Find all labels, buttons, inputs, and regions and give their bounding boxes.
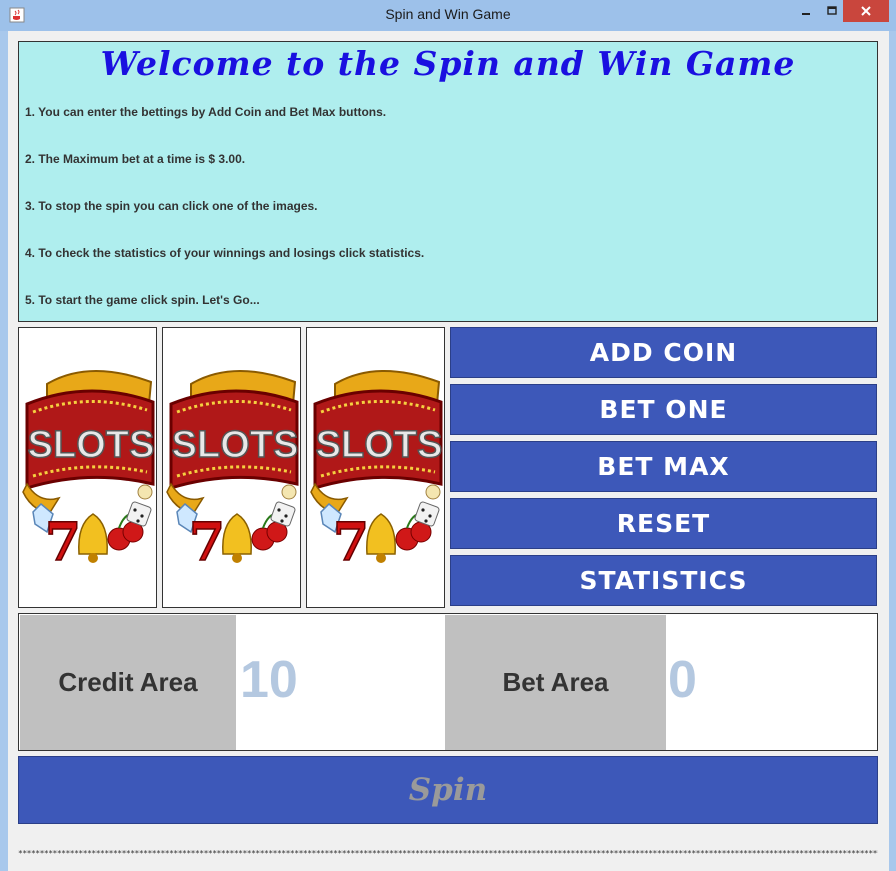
window-title: Spin and Win Game xyxy=(385,6,511,22)
maximize-icon xyxy=(827,6,837,15)
svg-text:SLOTS: SLOTS xyxy=(172,424,299,466)
credit-value: 10 xyxy=(240,651,298,709)
credit-area-label: Credit Area xyxy=(58,667,198,697)
svg-text:SLOTS: SLOTS xyxy=(28,424,155,466)
bet-area-label: Bet Area xyxy=(502,667,609,697)
slots-reel-icon: SLOTS 7 xyxy=(166,370,299,574)
bet-value: 0 xyxy=(668,651,697,709)
close-icon xyxy=(861,6,871,16)
reset-button[interactable]: RESET xyxy=(450,498,877,549)
svg-text:SLOTS: SLOTS xyxy=(316,424,443,466)
slots-reel-icon: SLOTS 7 xyxy=(310,370,443,574)
minimize-button[interactable] xyxy=(792,0,820,22)
reel-3[interactable]: SLOTS 7 xyxy=(306,327,445,608)
bet-one-button[interactable]: BET ONE xyxy=(450,384,877,435)
instruction-2: 2. The Maximum bet at a time is $ 3.00. xyxy=(25,152,246,166)
statistics-button[interactable]: STATISTICS xyxy=(450,555,877,606)
slots-reel-icon: SLOTS 7 xyxy=(22,370,155,574)
title-bar: Spin and Win Game xyxy=(0,0,896,31)
add-coin-button[interactable]: ADD COIN xyxy=(450,327,877,378)
maximize-button[interactable] xyxy=(818,0,846,22)
svg-text:7: 7 xyxy=(189,512,225,573)
instruction-5: 5. To start the game click spin. Let's G… xyxy=(25,293,260,307)
spin-label: Spin xyxy=(408,772,488,808)
instruction-1: 1. You can enter the bettings by Add Coi… xyxy=(25,105,387,119)
spin-button[interactable]: Spin xyxy=(18,756,878,824)
bet-max-button[interactable]: BET MAX xyxy=(450,441,877,492)
welcome-title: Welcome to the Spin and Win Game xyxy=(100,44,796,83)
bet-label-box: Bet Area xyxy=(445,615,666,750)
credit-label-box: Credit Area xyxy=(20,615,236,750)
close-button[interactable] xyxy=(843,0,889,22)
separator-line: ****************************************… xyxy=(18,849,878,858)
svg-text:7: 7 xyxy=(333,512,369,573)
credit-bet-panel: Credit Area 10 Bet Area 0 xyxy=(18,613,878,751)
instruction-3: 3. To stop the spin you can click one of… xyxy=(25,199,318,213)
svg-text:7: 7 xyxy=(45,512,81,573)
minimize-icon xyxy=(802,13,810,15)
instruction-4: 4. To check the statistics of your winni… xyxy=(25,246,425,260)
reel-1[interactable]: SLOTS 7 xyxy=(18,327,157,608)
reel-2[interactable]: SLOTS 7 xyxy=(162,327,301,608)
welcome-panel: Welcome to the Spin and Win Game 1. You … xyxy=(18,41,878,322)
